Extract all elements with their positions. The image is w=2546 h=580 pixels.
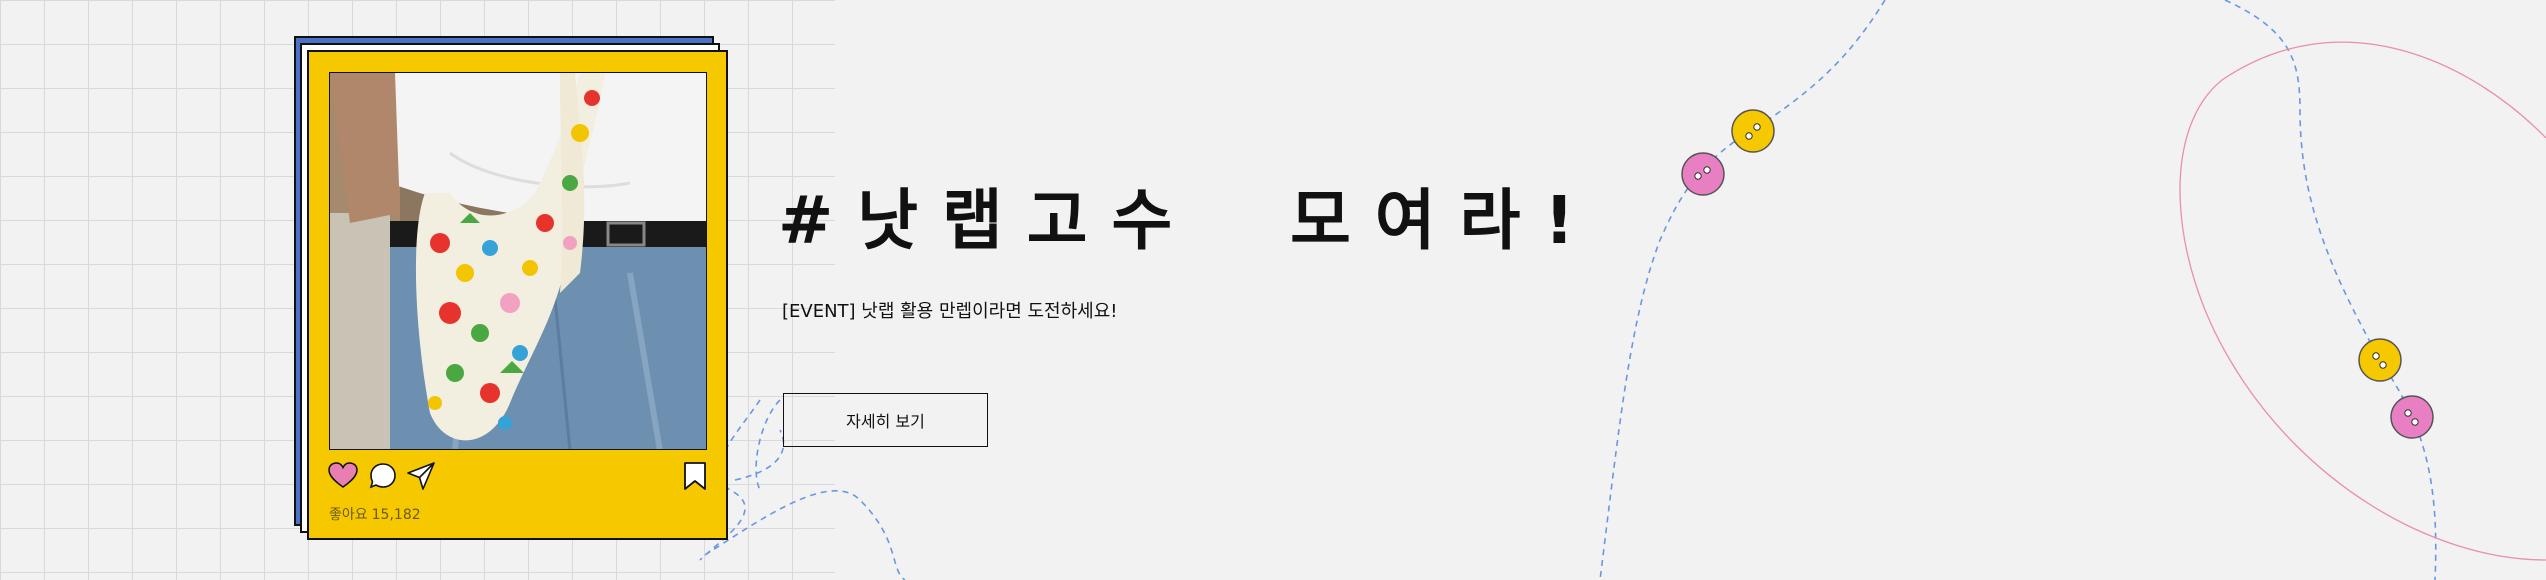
event-subline: [EVENT] 낫랩 활용 만렙이라면 도전하세요! xyxy=(782,301,1118,322)
post-card: 좋아요 15,182 xyxy=(307,50,728,540)
pink-button-icon xyxy=(2390,395,2434,439)
event-headline: #낫랩고수 모여라! xyxy=(778,182,1599,259)
bookmark-icon[interactable] xyxy=(679,460,711,492)
event-banner: 좋아요 15,182 #낫랩고수 모여라! [EVENT] 낫랩 활용 만렙이라면… xyxy=(0,0,2546,580)
product-photo xyxy=(329,72,707,450)
likes-count: 좋아요 15,182 xyxy=(329,504,425,524)
detail-button[interactable]: 자세히 보기 xyxy=(783,393,988,447)
yellow-button-icon xyxy=(2358,338,2402,382)
yellow-button-icon xyxy=(1731,109,1775,153)
comment-icon[interactable] xyxy=(367,460,399,492)
heart-icon[interactable] xyxy=(327,460,359,492)
post-actions xyxy=(327,460,711,492)
likes-label: 좋아요 xyxy=(329,507,368,523)
likes-number: 15,182 xyxy=(371,507,421,523)
share-icon[interactable] xyxy=(405,460,437,492)
pink-button-icon xyxy=(1681,152,1725,196)
